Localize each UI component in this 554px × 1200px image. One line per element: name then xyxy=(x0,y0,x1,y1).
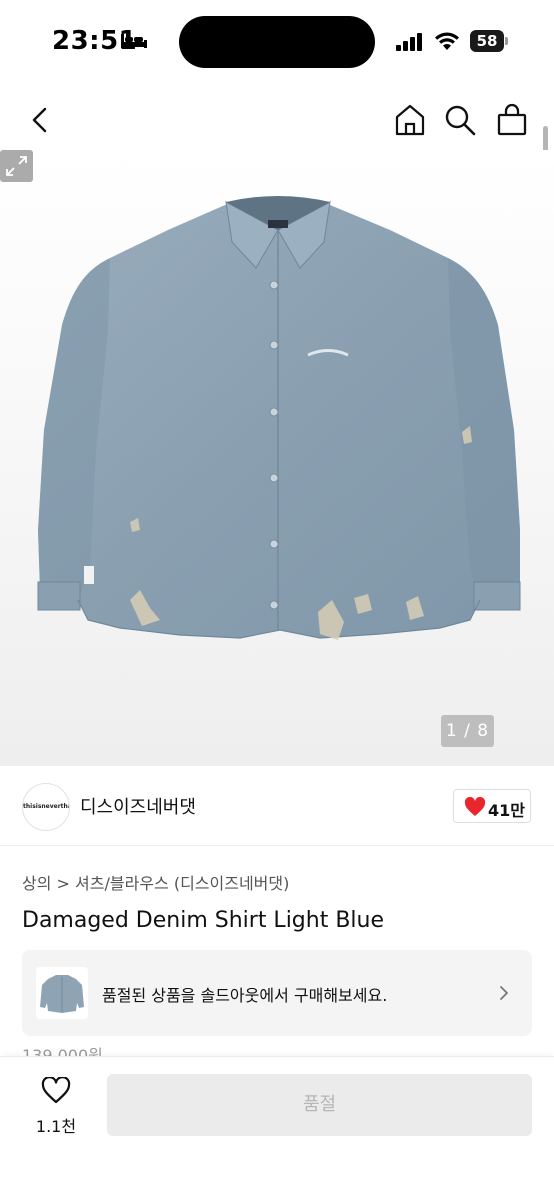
banner-thumbnail xyxy=(36,967,88,1019)
brand-logo[interactable]: thisisneverthat xyxy=(22,783,70,831)
category-breadcrumb: 상의 > 셔츠/블라우스 (디스이즈네버댓) xyxy=(22,870,289,894)
shirt-thumbnail-icon xyxy=(40,975,84,1013)
expand-icon[interactable] xyxy=(0,150,33,182)
soldout-button[interactable]: 품절 xyxy=(107,1074,532,1136)
brand-like-button[interactable]: 41만 xyxy=(453,789,531,823)
wishlist-count: 1.1천 xyxy=(35,1117,77,1136)
product-image-gallery[interactable]: 1 / 8 xyxy=(0,150,554,766)
status-bar: 23:51 58 xyxy=(0,0,554,84)
dynamic-island xyxy=(179,16,375,68)
chevron-right-icon xyxy=(500,986,508,1000)
soldout-banner[interactable]: 품절된 상품을 솔드아웃에서 구매해보세요. xyxy=(22,950,532,1036)
breadcrumb-item-top[interactable]: 상의 xyxy=(22,874,51,893)
product-price: 139,000원 xyxy=(22,1046,103,1056)
wishlist-button[interactable]: 1.1천 xyxy=(20,1075,92,1141)
brand-name[interactable]: 디스이즈네버댓 xyxy=(80,793,196,819)
product-title: Damaged Denim Shirt Light Blue xyxy=(22,908,385,933)
heart-outline-icon xyxy=(41,1077,71,1104)
product-image xyxy=(37,196,521,640)
signal-icon xyxy=(396,33,422,51)
soldout-banner-text: 품절된 상품을 솔드아웃에서 구매해보세요. xyxy=(102,986,388,1005)
battery-indicator: 58 xyxy=(470,30,508,52)
bottom-action-bar: 1.1천 품절 xyxy=(0,1056,554,1200)
wifi-icon xyxy=(435,32,459,50)
search-icon[interactable] xyxy=(442,102,478,138)
battery-level: 58 xyxy=(476,32,498,50)
bag-icon[interactable] xyxy=(494,102,530,138)
top-nav-bar xyxy=(0,90,554,150)
breadcrumb-separator: > xyxy=(56,874,70,893)
brand-row[interactable]: thisisneverthat 디스이즈네버댓 41만 xyxy=(0,768,554,846)
back-icon[interactable] xyxy=(22,102,58,138)
breadcrumb-item-shirts[interactable]: 셔츠/블라우스 (디스이즈네버댓) xyxy=(75,874,289,893)
brand-like-count: 41만 xyxy=(488,801,525,820)
home-icon[interactable] xyxy=(392,102,428,138)
heart-filled-icon xyxy=(464,797,486,816)
sleep-icon xyxy=(121,34,147,48)
image-page-counter: 1 / 8 xyxy=(441,715,494,747)
